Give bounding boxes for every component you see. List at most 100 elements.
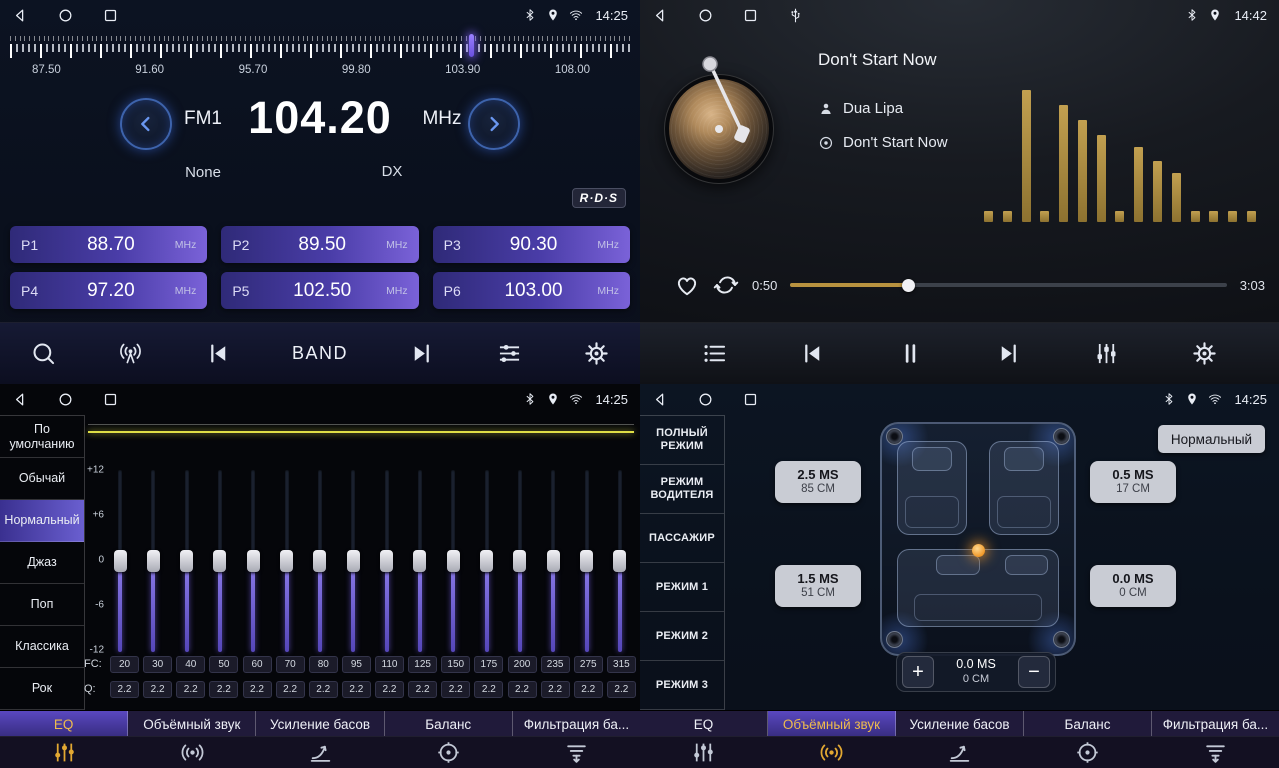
- eq-band-slider-16[interactable]: [610, 470, 630, 652]
- sf-mode-item[interactable]: РЕЖИМ 3: [640, 661, 724, 710]
- scale-label: 108.00: [555, 64, 590, 76]
- eq-band-slider-14[interactable]: [543, 470, 563, 652]
- home-button[interactable]: [57, 7, 74, 24]
- eq-band-slider-1[interactable]: [110, 470, 130, 652]
- back-button[interactable]: [12, 391, 29, 408]
- eq-band-slider-11[interactable]: [443, 470, 463, 652]
- eq-tab-2[interactable]: Объёмный звук: [128, 711, 256, 737]
- scan-icon[interactable]: [30, 340, 57, 367]
- repeat-icon[interactable]: [713, 272, 739, 298]
- eq-tab-1[interactable]: EQ: [0, 711, 128, 737]
- rear-left-delay-button[interactable]: 1.5 MS 51 CM: [775, 565, 861, 607]
- sf-mode-item[interactable]: РЕЖИМ 1: [640, 563, 724, 612]
- home-button[interactable]: [697, 7, 714, 24]
- eq-tab-5[interactable]: Фильтрация ба...: [513, 711, 640, 737]
- home-button[interactable]: [697, 391, 714, 408]
- eq-preset-item[interactable]: Джаз: [0, 542, 84, 584]
- listening-position-dot[interactable]: [972, 544, 985, 557]
- decrease-delay-button[interactable]: −: [1018, 656, 1050, 688]
- visualizer-bar: [1228, 211, 1237, 222]
- sf-mode-item[interactable]: ПАССАЖИР: [640, 514, 724, 563]
- eq-band-slider-2[interactable]: [143, 470, 163, 652]
- balance-icon[interactable]: [1023, 737, 1151, 768]
- eq-sliders-icon[interactable]: [640, 737, 768, 768]
- eq-band-slider-15[interactable]: [577, 470, 597, 652]
- eq-band-slider-6[interactable]: [277, 470, 297, 652]
- band-button[interactable]: BAND: [292, 343, 348, 364]
- front-right-delay-button[interactable]: 0.5 MS 17 CM: [1090, 461, 1176, 503]
- seek-knob[interactable]: [902, 279, 915, 292]
- preset-button-p4[interactable]: P497.20MHz: [10, 272, 207, 309]
- eq-band-slider-12[interactable]: [477, 470, 497, 652]
- eq-tab-3[interactable]: Усиление басов: [256, 711, 384, 737]
- front-left-delay-button[interactable]: 2.5 MS 85 CM: [775, 461, 861, 503]
- preset-button-p6[interactable]: P6103.00MHz: [433, 272, 630, 309]
- visualizer-bar: [1247, 211, 1256, 222]
- recents-button[interactable]: [102, 7, 119, 24]
- rear-right-delay-button[interactable]: 0.0 MS 0 CM: [1090, 565, 1176, 607]
- eq-preset-item[interactable]: Поп: [0, 584, 84, 626]
- preset-button-p1[interactable]: P188.70MHz: [10, 226, 207, 263]
- eq-band-slider-9[interactable]: [377, 470, 397, 652]
- eq-band-slider-4[interactable]: [210, 470, 230, 652]
- previous-icon[interactable]: [799, 340, 826, 367]
- favorite-heart-icon[interactable]: [674, 272, 700, 298]
- previous-icon[interactable]: [205, 340, 232, 367]
- eq-preset-item[interactable]: Классика: [0, 626, 84, 668]
- frequency-ruler[interactable]: [10, 36, 630, 62]
- balance-icon[interactable]: [384, 737, 512, 768]
- sf-mode-item[interactable]: ПОЛНЫЙ РЕЖИМ: [640, 416, 724, 465]
- eq-band-slider-13[interactable]: [510, 470, 530, 652]
- sf-mode-item[interactable]: РЕЖИМ ВОДИТЕЛЯ: [640, 465, 724, 514]
- seek-slider[interactable]: [790, 278, 1226, 292]
- bass-boost-icon[interactable]: [256, 737, 384, 768]
- tune-sliders-icon[interactable]: [496, 340, 523, 367]
- sf-tab-1[interactable]: EQ: [640, 711, 768, 737]
- filter-icon[interactable]: [1151, 737, 1279, 768]
- bass-boost-icon[interactable]: [896, 737, 1024, 768]
- eq-preset-item[interactable]: По умолчанию: [0, 416, 84, 458]
- back-button[interactable]: [652, 7, 669, 24]
- eq-band-slider-8[interactable]: [343, 470, 363, 652]
- preset-button-p5[interactable]: P5102.50MHz: [221, 272, 418, 309]
- preset-number: P3: [444, 237, 470, 253]
- eq-band-slider-5[interactable]: [243, 470, 263, 652]
- sf-tab-4[interactable]: Баланс: [1024, 711, 1152, 737]
- sound-profile-button[interactable]: Нормальный: [1158, 425, 1265, 453]
- eq-band-slider-3[interactable]: [177, 470, 197, 652]
- eq-sliders-icon[interactable]: [0, 737, 128, 768]
- sf-tab-3[interactable]: Усиление басов: [896, 711, 1024, 737]
- recents-button[interactable]: [742, 391, 759, 408]
- next-icon[interactable]: [995, 340, 1022, 367]
- settings-gear-icon[interactable]: [1191, 340, 1218, 367]
- sf-tab-2[interactable]: Объёмный звук: [768, 711, 896, 737]
- settings-gear-icon[interactable]: [583, 340, 610, 367]
- home-button[interactable]: [57, 391, 74, 408]
- tune-down-button[interactable]: [120, 98, 172, 150]
- increase-delay-button[interactable]: +: [902, 656, 934, 688]
- playlist-icon[interactable]: [701, 340, 728, 367]
- pause-icon[interactable]: [897, 340, 924, 367]
- sf-tab-5[interactable]: Фильтрация ба...: [1152, 711, 1279, 737]
- preset-button-p2[interactable]: P289.50MHz: [221, 226, 418, 263]
- eq-preset-item[interactable]: Обычай: [0, 458, 84, 500]
- equalizer-icon[interactable]: [1093, 340, 1120, 367]
- eq-band-slider-10[interactable]: [410, 470, 430, 652]
- eq-preset-item[interactable]: Нормальный: [0, 500, 84, 542]
- sf-mode-item[interactable]: РЕЖИМ 2: [640, 612, 724, 661]
- eq-slider-handle: [147, 550, 160, 572]
- eq-tab-4[interactable]: Баланс: [385, 711, 513, 737]
- recents-button[interactable]: [742, 7, 759, 24]
- eq-band-slider-7[interactable]: [310, 470, 330, 652]
- back-button[interactable]: [12, 7, 29, 24]
- preset-button-p3[interactable]: P390.30MHz: [433, 226, 630, 263]
- broadcast-icon[interactable]: [117, 340, 144, 367]
- next-icon[interactable]: [408, 340, 435, 367]
- surround-icon[interactable]: [768, 737, 896, 768]
- recents-button[interactable]: [102, 391, 119, 408]
- eq-preset-item[interactable]: Рок: [0, 668, 84, 710]
- filter-icon[interactable]: [512, 737, 640, 768]
- back-button[interactable]: [652, 391, 669, 408]
- tune-up-button[interactable]: [468, 98, 520, 150]
- surround-icon[interactable]: [128, 737, 256, 768]
